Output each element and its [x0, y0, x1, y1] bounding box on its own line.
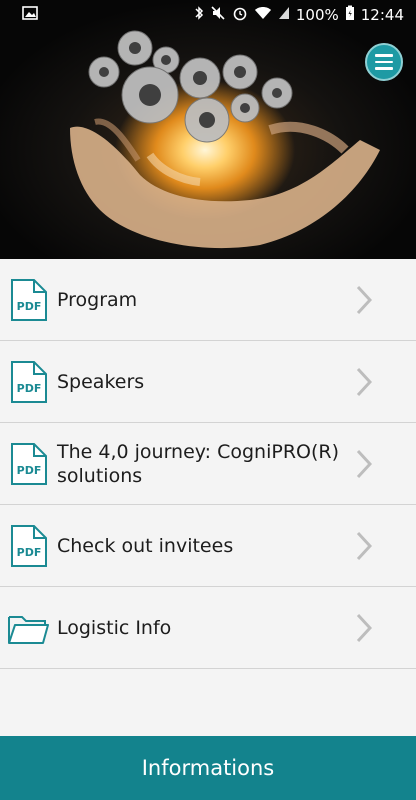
mute-icon: [210, 5, 226, 25]
list-item-label: Program: [57, 288, 138, 311]
svg-text:PDF: PDF: [17, 300, 42, 313]
hamburger-icon-line: [375, 67, 393, 70]
list-item-speakers[interactable]: PDF Speakers: [0, 341, 416, 423]
hamburger-icon-line: [375, 54, 393, 57]
pdf-icon: PDF: [11, 524, 47, 567]
image-notification-icon: [22, 6, 38, 24]
list-item-program[interactable]: PDF Program: [0, 259, 416, 341]
signal-icon: [278, 6, 290, 24]
list-item-label: Logistic Info: [57, 616, 172, 639]
informations-tab-bar[interactable]: Informations: [0, 736, 416, 800]
pdf-icon: PDF: [11, 442, 47, 485]
clock-time: 12:44: [360, 6, 404, 24]
list-item-4-0-journey[interactable]: PDF The 4,0 journey: CogniPRO(R) solutio…: [0, 423, 416, 505]
hands-with-gears-illustration: [70, 30, 380, 249]
wifi-icon: [254, 6, 272, 24]
hamburger-icon-line: [375, 60, 393, 64]
folder-icon: [8, 615, 49, 644]
menu-list: PDF Program PDF Speakers PDF The 4,0 jou…: [0, 259, 416, 669]
pdf-icon: PDF: [11, 278, 47, 321]
list-item-label: Check out invitees: [57, 534, 234, 557]
battery-icon: [345, 5, 355, 25]
app-screen: 100% 12:44 PDF Program PDF Speakers PDF …: [0, 0, 416, 800]
informations-label: Informations: [141, 756, 275, 780]
chevron-right-icon: [356, 531, 372, 560]
chevron-right-icon: [356, 613, 372, 642]
list-item-label: Speakers: [57, 370, 145, 393]
list-item-label: The 4,0 journey: CogniPRO(R) solutions: [57, 440, 340, 487]
hero-image: 100% 12:44: [0, 0, 416, 259]
svg-text:PDF: PDF: [17, 546, 42, 559]
svg-text:PDF: PDF: [17, 382, 42, 395]
chevron-right-icon: [356, 285, 372, 314]
alarm-icon: [232, 5, 248, 25]
status-bar: 100% 12:44: [0, 0, 416, 30]
chevron-right-icon: [356, 367, 372, 396]
bluetooth-icon: [194, 5, 204, 25]
menu-button[interactable]: [365, 43, 403, 81]
chevron-right-icon: [356, 449, 372, 478]
list-item-check-out-invitees[interactable]: PDF Check out invitees: [0, 505, 416, 587]
battery-percent: 100%: [295, 6, 339, 24]
pdf-icon: PDF: [11, 360, 47, 403]
list-item-logistic-info[interactable]: Logistic Info: [0, 587, 416, 669]
svg-text:PDF: PDF: [17, 464, 42, 477]
